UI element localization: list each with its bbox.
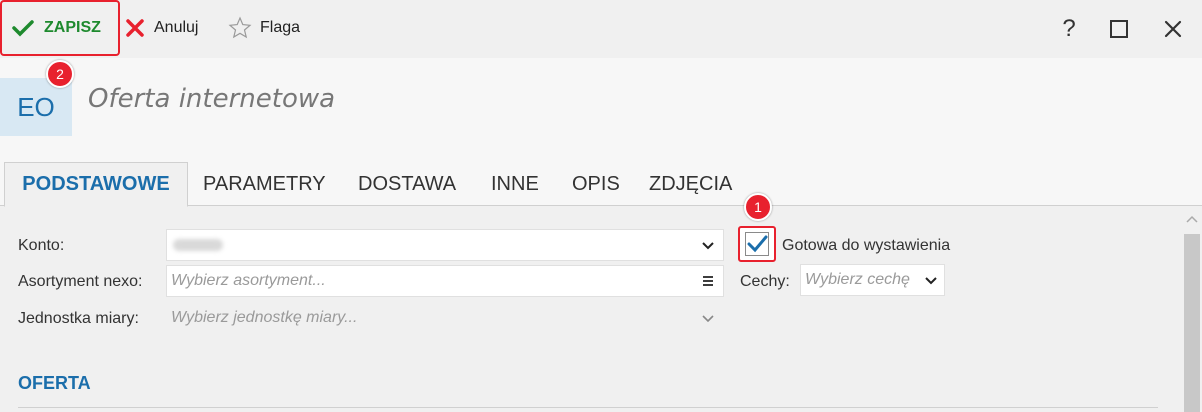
maximize-icon [1110,20,1128,38]
checkmark-icon [12,20,34,37]
flag-button[interactable]: Flaga [228,0,300,56]
checkbox-box [745,232,769,256]
section-divider [18,407,1158,408]
checkmark-icon [747,235,768,253]
section-title-oferta: OFERTA [18,373,91,393]
save-button[interactable]: ZAPISZ [0,0,120,56]
list-menu-icon[interactable] [701,273,715,289]
ready-checkbox[interactable] [738,226,776,262]
scrollbar-thumb[interactable] [1184,234,1200,412]
close-window-button[interactable] [1158,14,1188,44]
ready-label: Gotowa do wystawienia [782,237,951,254]
tab-dostawa[interactable]: DOSTAWA [358,162,456,206]
konto-value-redacted [173,239,223,251]
cancel-button[interactable]: Anuluj [126,0,198,56]
cechy-placeholder: Wybierz cechę [805,271,910,288]
scroll-up-button[interactable] [1182,210,1202,228]
close-icon [1164,20,1182,38]
jednostka-select[interactable]: Wybierz jednostkę miary... [166,302,724,334]
tab-zdjecia[interactable]: ZDJĘCIA [649,162,732,206]
save-button-label: ZAPISZ [44,19,101,36]
chevron-down-icon [702,315,714,323]
tab-podstawowe[interactable]: PODSTAWOWE [4,162,188,207]
konto-label: Konto: [18,237,65,254]
vertical-scrollbar[interactable] [1182,206,1202,412]
asortyment-label: Asortyment nexo: [18,273,143,290]
cechy-label: Cechy: [740,273,790,290]
star-icon [228,16,252,39]
step-badge-1: 1 [744,193,772,221]
toolbar: ZAPISZ Anuluj Flaga ? [0,0,1202,58]
flag-button-label: Flaga [260,19,301,36]
jednostka-placeholder: Wybierz jednostkę miary... [171,309,358,326]
tab-opis[interactable]: OPIS [572,162,620,206]
cancel-button-label: Anuluj [154,19,199,36]
tab-parametry[interactable]: PARAMETRY [203,162,326,206]
document-title: Oferta internetowa [88,84,336,114]
chevron-up-icon [1186,215,1198,223]
maximize-button[interactable] [1104,14,1134,44]
close-x-icon [126,19,144,37]
tab-bar: PODSTAWOWE PARAMETRY DOSTAWA INNE OPIS Z… [0,162,1202,207]
chevron-down-icon [925,277,937,285]
step-badge-2: 2 [46,60,74,88]
chevron-down-icon [702,242,714,250]
help-button[interactable]: ? [1054,14,1084,44]
konto-select[interactable] [166,229,724,261]
document-header: EO Oferta internetowa [0,58,1202,162]
asortyment-placeholder: Wybierz asortyment... [171,272,326,289]
jednostka-label: Jednostka miary: [18,310,139,327]
asortyment-input[interactable]: Wybierz asortyment... [166,265,724,297]
tab-inne[interactable]: INNE [491,162,539,206]
cechy-select[interactable]: Wybierz cechę [800,264,945,296]
